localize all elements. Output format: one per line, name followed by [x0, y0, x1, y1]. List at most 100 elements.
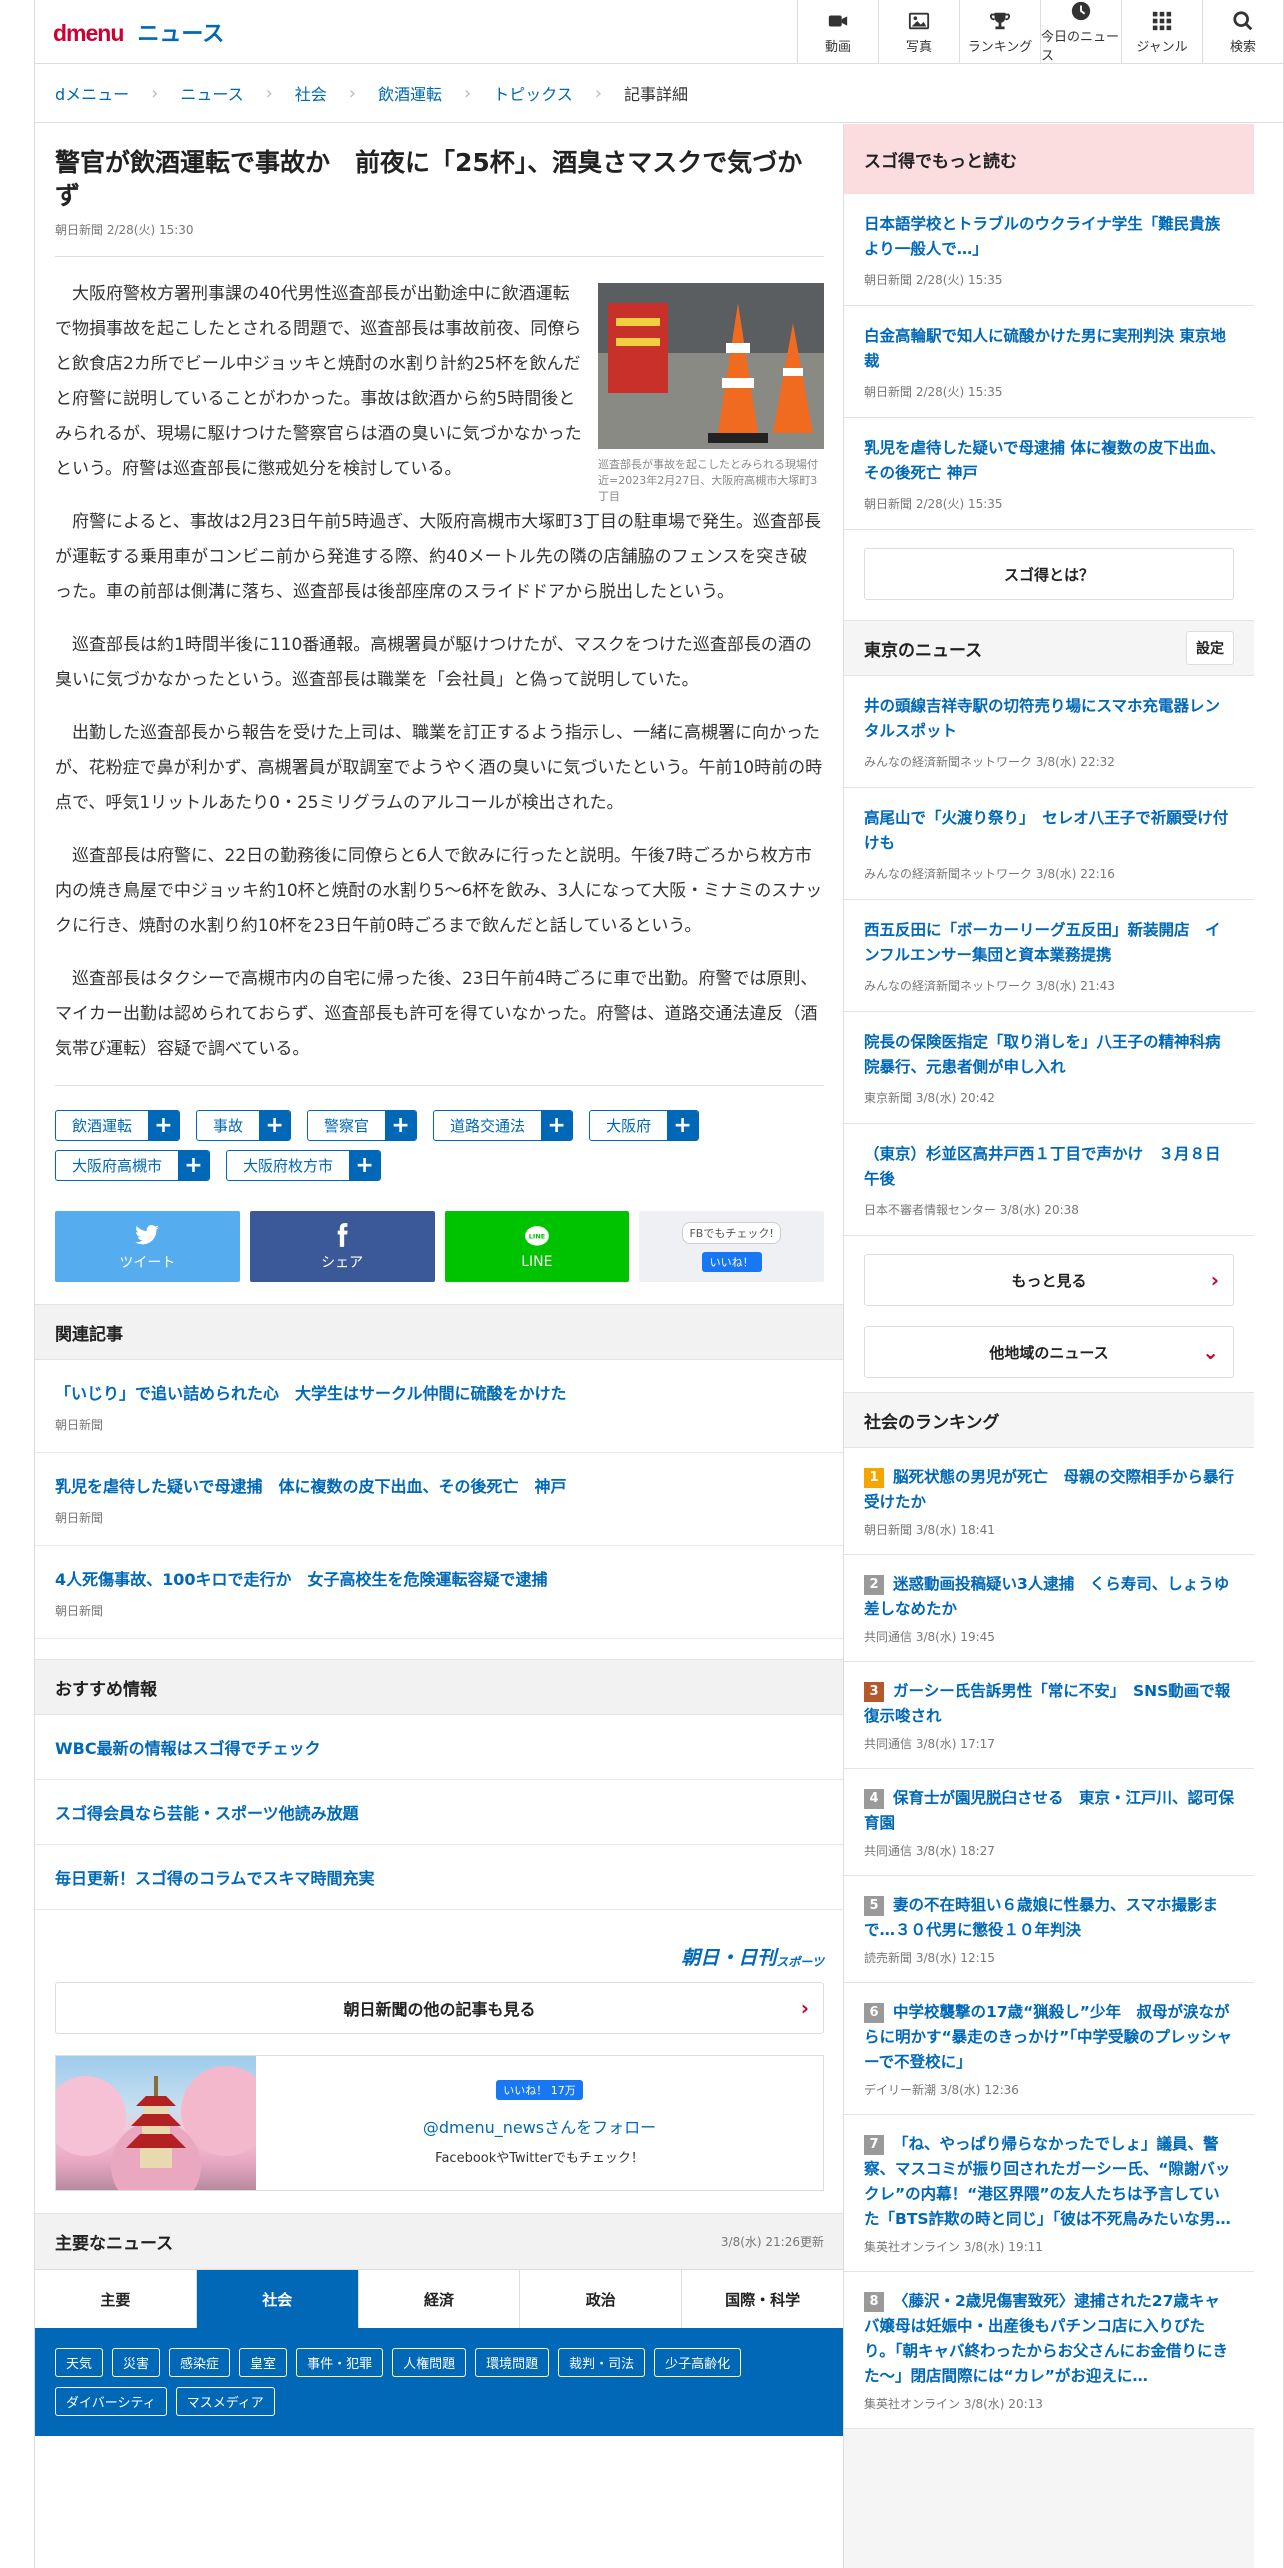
recommend-link[interactable]: スゴ得会員なら芸能・スポーツ他読み放題: [35, 1780, 843, 1845]
breadcrumb-drunk-driving[interactable]: 飲酒運転: [378, 81, 442, 105]
news-logo-text[interactable]: ニュース: [137, 16, 224, 48]
nav-today[interactable]: 今日のニュース: [1040, 0, 1121, 64]
fb-like-button[interactable]: いいね！: [701, 1251, 762, 1272]
breadcrumb-topics[interactable]: トピックス: [493, 81, 573, 105]
ranking-item[interactable]: 4 保育士が園児脱臼させる 東京・江戸川、認可保育園 共同通信 3/8(水) 18…: [844, 1769, 1254, 1876]
tag-item[interactable]: 大阪府枚方市 +: [226, 1150, 382, 1181]
what-sugotoku-button[interactable]: スゴ得とは？: [864, 548, 1234, 600]
tokyo-news-title-link[interactable]: （東京）杉並区高井戸西１丁目で声かけ ３月８日午後: [864, 1142, 1234, 1192]
tokyo-news-title-link[interactable]: 西五反田に「ボーカーリーグ五反田」新装開店 インフルエンサー集団と資本業務提携: [864, 918, 1234, 968]
ranking-item[interactable]: 1 脳死状態の男児が死亡 母親の交際相手から暴行受けたか 朝日新聞 3/8(水) …: [844, 1448, 1254, 1555]
sugotoku-title[interactable]: 乳児を虐待した疑いで母逮捕 体に複数の皮下出血、その後死亡 神戸: [864, 436, 1234, 486]
category-chip[interactable]: 事件・犯罪: [296, 2348, 384, 2377]
ranking-title-link[interactable]: 妻の不在時狙い６歳娘に性暴力、スマホ撮影まで…３０代男に懲役１０年判決: [864, 1896, 1218, 1939]
nav-video[interactable]: 動画: [797, 0, 878, 64]
category-chip[interactable]: 少子高齢化: [654, 2348, 742, 2377]
sugotoku-item[interactable]: 日本語学校とトラブルのウクライナ学生「難民貴族より一般人で…」 朝日新聞 2/2…: [844, 194, 1254, 306]
tag-label[interactable]: 道路交通法: [434, 1111, 541, 1140]
nav-photo[interactable]: 写真: [878, 0, 959, 64]
tag-item[interactable]: 大阪府 +: [589, 1110, 700, 1141]
tab-main[interactable]: 主要: [35, 2270, 197, 2328]
tokyo-news-title-link[interactable]: 井の頭線吉祥寺駅の切符売り場にスマホ充電器レンタルスポット: [864, 694, 1234, 744]
ranking-title-link[interactable]: 保育士が園児脱臼させる 東京・江戸川、認可保育園: [864, 1789, 1234, 1832]
tweet-button[interactable]: ツイート: [55, 1211, 240, 1282]
facebook-share-button[interactable]: シェア: [249, 1211, 435, 1282]
category-chip[interactable]: 天気: [55, 2348, 104, 2377]
plus-icon[interactable]: +: [259, 1111, 291, 1140]
plus-icon[interactable]: +: [178, 1151, 210, 1180]
tag-label[interactable]: 大阪府高槻市: [56, 1151, 178, 1180]
follow-link[interactable]: @dmenu_newsさんをフォロー: [423, 2114, 656, 2138]
tokyo-news-item[interactable]: 院長の保険医指定「取り消しを」八王子の精神科病院暴行、元患者側が申し入れ 東京新…: [844, 1012, 1254, 1124]
tab-international-science[interactable]: 国際・科学: [682, 2270, 843, 2328]
ranking-item[interactable]: 3 ガーシー氏告訴男性「常に不安」 SNS動画で報復示唆され 共同通信 3/8(水…: [844, 1662, 1254, 1769]
category-chip[interactable]: 災害: [112, 2348, 161, 2377]
tag-item[interactable]: 事故 +: [196, 1110, 292, 1141]
category-chip[interactable]: マスメディア: [175, 2387, 275, 2416]
ranking-title-link[interactable]: ガーシー氏告訴男性「常に不安」 SNS動画で報復示唆され: [864, 1682, 1230, 1725]
tab-politics[interactable]: 政治: [520, 2270, 683, 2328]
plus-icon[interactable]: +: [349, 1151, 381, 1180]
related-title[interactable]: 「いじり」で追い詰められた心 大学生はサークル仲間に硫酸をかけた: [55, 1380, 823, 1404]
nav-genre[interactable]: ジャンル: [1121, 0, 1202, 64]
ranking-item[interactable]: 6 中学校襲撃の17歳“猟殺し”少年 叔母が涙ながらに明かす“暴走のきっかけ”「中…: [844, 1983, 1254, 2115]
category-chip[interactable]: ダイバーシティ: [55, 2387, 167, 2416]
tag-item[interactable]: 警察官 +: [307, 1110, 418, 1141]
sugotoku-item[interactable]: 白金高輪駅で知人に硫酸かけた男に実刑判決 東京地裁 朝日新聞 2/28(火) 1…: [844, 306, 1254, 418]
tag-item[interactable]: 大阪府高槻市 +: [55, 1150, 211, 1181]
dmenu-logo[interactable]: dmenu: [53, 20, 124, 47]
site-logo[interactable]: dmenu ニュース: [53, 16, 224, 48]
tag-label[interactable]: 飲酒運転: [56, 1111, 148, 1140]
related-item[interactable]: 「いじり」で追い詰められた心 大学生はサークル仲間に硫酸をかけた 朝日新聞: [35, 1360, 843, 1453]
ranking-title-link[interactable]: 中学校襲撃の17歳“猟殺し”少年 叔母が涙ながらに明かす“暴走のきっかけ”「中学…: [864, 2003, 1232, 2071]
tokyo-news-item[interactable]: 西五反田に「ボーカーリーグ五反田」新装開店 インフルエンサー集団と資本業務提携 …: [844, 900, 1254, 1012]
facebook-like-button[interactable]: いいね！ 17万: [496, 2080, 583, 2100]
more-button[interactable]: もっと見る ›: [864, 1254, 1234, 1306]
category-chip[interactable]: 感染症: [169, 2348, 231, 2377]
tab-society[interactable]: 社会: [196, 2270, 359, 2328]
tokyo-news-item[interactable]: 高尾山で「火渡り祭り」 セレオ八王子で祈願受け付けも みんなの経済新聞ネットワー…: [844, 788, 1254, 900]
tag-label[interactable]: 大阪府枚方市: [227, 1151, 349, 1180]
tag-label[interactable]: 大阪府: [590, 1111, 667, 1140]
tokyo-news-item[interactable]: （東京）杉並区高井戸西１丁目で声かけ ３月８日午後 日本不審者情報センター 3/…: [844, 1124, 1254, 1236]
more-from-publisher-button[interactable]: 朝日新聞の他の記事も見る ›: [55, 1982, 824, 2034]
plus-icon[interactable]: +: [148, 1111, 180, 1140]
ranking-title-link[interactable]: 「ね、やっぱり帰らなかったでしょ」議員、警察、マスコミが振り回されたガーシー氏、…: [864, 2135, 1231, 2228]
related-item[interactable]: 4人死傷事故、100キロで走行か 女子高校生を危険運転容疑で逮捕 朝日新聞: [35, 1546, 843, 1639]
breadcrumb-news[interactable]: ニュース: [180, 81, 243, 105]
publisher-logo[interactable]: 朝日・日刊 スポーツ: [35, 1910, 843, 1982]
category-chip[interactable]: 環境問題: [475, 2348, 550, 2377]
related-item[interactable]: 乳児を虐待した疑いで母逮捕 体に複数の皮下出血、その後死亡 神戸 朝日新聞: [35, 1453, 843, 1546]
other-regions-button[interactable]: 他地域のニュース ⌄: [864, 1326, 1234, 1378]
tag-label[interactable]: 事故: [197, 1111, 259, 1140]
ranking-title-link[interactable]: 脳死状態の男児が死亡 母親の交際相手から暴行受けたか: [864, 1468, 1234, 1511]
ranking-item[interactable]: 2 迷惑動画投稿疑い3人逮捕 くら寿司、しょうゆ差しなめたか 共同通信 3/8(水…: [844, 1555, 1254, 1662]
ranking-title-link[interactable]: 〈藤沢・2歳児傷害致死〉逮捕された27歳キャバ嬢母は妊娠中・出産後もパチンコ店に…: [864, 2292, 1228, 2385]
tokyo-news-item[interactable]: 井の頭線吉祥寺駅の切符売り場にスマホ充電器レンタルスポット みんなの経済新聞ネッ…: [844, 676, 1254, 788]
settings-button[interactable]: 設定: [1186, 631, 1234, 665]
tab-economy[interactable]: 経済: [359, 2270, 521, 2328]
tag-item[interactable]: 道路交通法 +: [433, 1110, 574, 1141]
nav-ranking[interactable]: ランキング: [959, 0, 1040, 64]
plus-icon[interactable]: +: [667, 1111, 699, 1140]
category-chip[interactable]: 裁判・司法: [558, 2348, 646, 2377]
related-title[interactable]: 4人死傷事故、100キロで走行か 女子高校生を危険運転容疑で逮捕: [55, 1566, 823, 1590]
plus-icon[interactable]: +: [385, 1111, 417, 1140]
ranking-title-link[interactable]: 迷惑動画投稿疑い3人逮捕 くら寿司、しょうゆ差しなめたか: [864, 1575, 1229, 1618]
nav-search[interactable]: 検索: [1202, 0, 1283, 64]
recommend-link[interactable]: 毎日更新！スゴ得のコラムでスキマ時間充実: [35, 1845, 843, 1910]
tag-item[interactable]: 飲酒運転 +: [55, 1110, 181, 1141]
sugotoku-title[interactable]: 日本語学校とトラブルのウクライナ学生「難民貴族より一般人で…」: [864, 212, 1234, 262]
category-chip[interactable]: 皇室: [239, 2348, 288, 2377]
sugotoku-title[interactable]: 白金高輪駅で知人に硫酸かけた男に実刑判決 東京地裁: [864, 324, 1234, 374]
line-button[interactable]: LINE LINE: [444, 1211, 630, 1282]
tokyo-news-title-link[interactable]: 高尾山で「火渡り祭り」 セレオ八王子で祈願受け付けも: [864, 806, 1234, 856]
breadcrumb-dmenu[interactable]: dメニュー: [55, 81, 129, 105]
tag-label[interactable]: 警察官: [308, 1111, 385, 1140]
tokyo-news-title-link[interactable]: 院長の保険医指定「取り消しを」八王子の精神科病院暴行、元患者側が申し入れ: [864, 1030, 1234, 1080]
recommend-link[interactable]: WBC最新の情報はスゴ得でチェック: [35, 1715, 843, 1780]
article-photo[interactable]: [598, 283, 824, 449]
ranking-item[interactable]: 5 妻の不在時狙い６歳娘に性暴力、スマホ撮影まで…３０代男に懲役１０年判決 読売新…: [844, 1876, 1254, 1983]
plus-icon[interactable]: +: [541, 1111, 573, 1140]
category-chip[interactable]: 人権問題: [392, 2348, 467, 2377]
